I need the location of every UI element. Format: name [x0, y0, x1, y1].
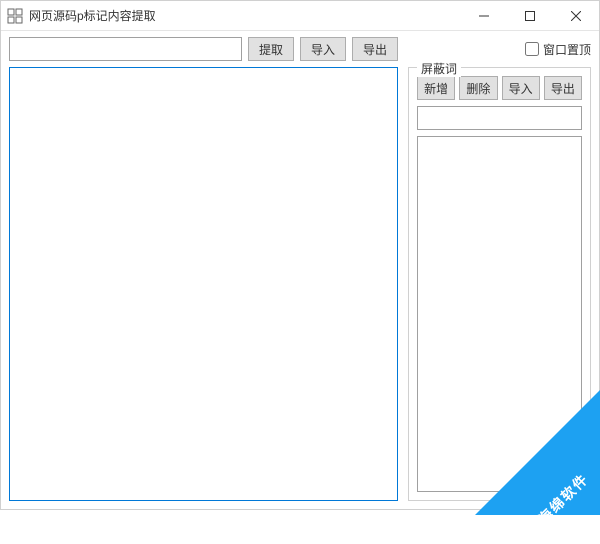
filter-buttons: 新增 删除 导入 导出: [417, 76, 582, 100]
right-panel: 窗口置顶 屏蔽词 新增 删除 导入 导出: [408, 37, 591, 501]
import-button[interactable]: 导入: [300, 37, 346, 61]
path-input[interactable]: [9, 37, 242, 61]
window-title: 网页源码p标记内容提取: [29, 7, 461, 24]
filter-group-title: 屏蔽词: [417, 60, 461, 77]
filter-group: 屏蔽词 新增 删除 导入 导出: [408, 67, 591, 501]
filter-import-button[interactable]: 导入: [502, 76, 540, 100]
export-button[interactable]: 导出: [352, 37, 398, 61]
extract-button[interactable]: 提取: [248, 37, 294, 61]
filter-list[interactable]: [417, 136, 582, 492]
filter-input[interactable]: [417, 106, 582, 130]
filter-export-button[interactable]: 导出: [544, 76, 582, 100]
main-textarea[interactable]: [10, 68, 397, 500]
window-controls: [461, 1, 599, 31]
app-icon: [7, 8, 23, 24]
filter-delete-button[interactable]: 删除: [459, 76, 497, 100]
watermark-icon: [519, 518, 544, 543]
titlebar: 网页源码p标记内容提取: [1, 1, 599, 31]
pin-checkbox[interactable]: 窗口置顶: [525, 41, 591, 58]
main-textarea-wrap: [9, 67, 398, 501]
left-panel: 提取 导入 导出: [9, 37, 398, 501]
pin-checkbox-label: 窗口置顶: [543, 41, 591, 58]
close-button[interactable]: [553, 1, 599, 31]
maximize-button[interactable]: [507, 1, 553, 31]
minimize-button[interactable]: [461, 1, 507, 31]
filter-add-button[interactable]: 新增: [417, 76, 455, 100]
toolbar-row: 提取 导入 导出: [9, 37, 398, 61]
pin-checkbox-input[interactable]: [525, 42, 539, 56]
